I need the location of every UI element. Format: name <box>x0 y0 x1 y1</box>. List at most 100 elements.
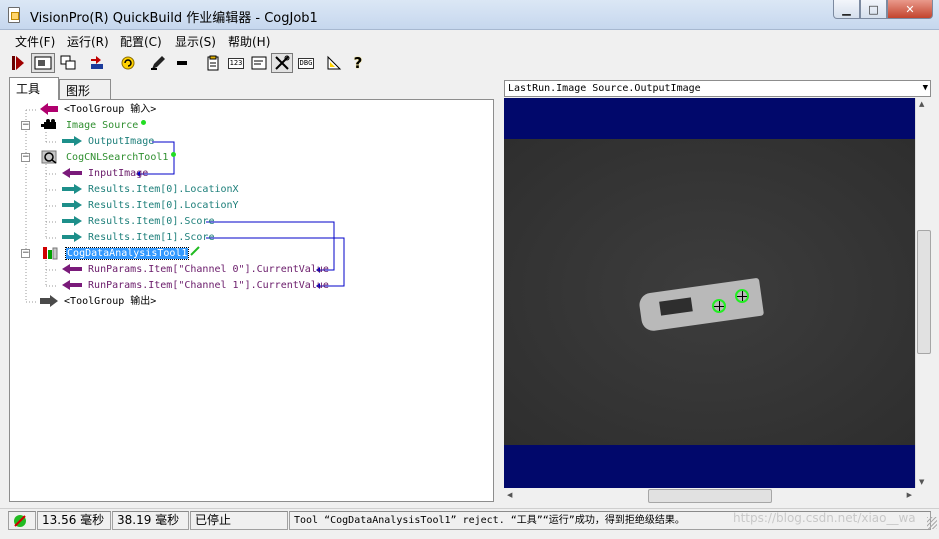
match-marker-icon <box>712 299 726 313</box>
menu-view[interactable]: 显示(S) <box>175 33 216 50</box>
search-tool-icon <box>41 150 57 164</box>
tree-item-channel-1[interactable]: RunParams.Item["Channel 1"].CurrentValue <box>62 278 329 294</box>
camera-icon <box>41 119 56 129</box>
input-arrow-icon <box>62 264 82 274</box>
record-button[interactable] <box>172 53 192 73</box>
tree-item-location-y[interactable]: Results.Item[0].LocationY <box>62 198 239 214</box>
image-source-dropdown[interactable]: LastRun.Image Source.OutputImage ▼ <box>504 80 931 97</box>
data-analysis-icon <box>43 247 58 260</box>
run-icon <box>12 56 24 70</box>
expand-data-analysis[interactable]: − <box>21 249 30 258</box>
horizontal-scroll-thumb[interactable] <box>648 489 772 503</box>
scroll-right-icon[interactable]: ▶ <box>907 491 912 499</box>
close-button[interactable]: ✕ <box>887 0 933 19</box>
tree-item-toolgroup-input[interactable]: <ToolGroup 输入> <box>40 102 156 118</box>
ruler-icon <box>327 55 342 70</box>
maximize-icon: □ <box>868 2 879 16</box>
output-arrow-icon <box>62 184 82 194</box>
output-arrow-icon <box>62 200 82 210</box>
toolbar: 123 DBG ? <box>0 50 939 76</box>
tree-item-input-image[interactable]: InputImage <box>62 166 148 182</box>
tree-item-toolgroup-output[interactable]: <ToolGroup 输出> <box>40 294 156 310</box>
image-display-button[interactable] <box>58 53 78 73</box>
status-ok-icon <box>190 246 201 256</box>
terminal-icon <box>251 56 267 70</box>
output-arrow-icon <box>62 232 82 242</box>
image-display[interactable] <box>504 98 915 488</box>
tree-label: Results.Item[0].Score <box>88 216 215 227</box>
input-arrow-icon <box>62 168 82 178</box>
numeric-display-button[interactable]: 123 <box>225 53 247 73</box>
image-display-icon <box>60 55 76 70</box>
notepad-button[interactable] <box>203 53 223 73</box>
horizontal-scrollbar[interactable]: ◀ ▶ <box>504 488 915 504</box>
scroll-down-icon[interactable]: ▼ <box>919 478 924 486</box>
tree-label: RunParams.Item["Channel 0"].CurrentValue <box>88 264 329 275</box>
chevron-down-icon: ▼ <box>922 83 928 93</box>
match-marker-icon <box>735 289 749 303</box>
pen-icon <box>151 56 165 70</box>
pen-button[interactable] <box>148 53 168 73</box>
menu-bar: 文件(F) 运行(R) 配置(C) 显示(S) 帮助(H) <box>0 31 939 49</box>
tree-item-output-image[interactable]: OutputImage <box>62 134 154 150</box>
window-controls: ▁ □ ✕ <box>833 0 933 20</box>
status-ok-icon <box>171 152 177 157</box>
debug-icon: DBG <box>297 57 315 69</box>
terminal-button[interactable] <box>249 53 269 73</box>
tab-graphics[interactable]: 图形 <box>59 79 111 100</box>
menu-file[interactable]: 文件(F) <box>15 33 55 50</box>
scroll-up-icon[interactable]: ▲ <box>919 100 924 108</box>
tree-item-score-0[interactable]: Results.Item[0].Score <box>62 214 214 230</box>
vertical-scrollbar[interactable]: ▲ ▼ <box>915 98 931 488</box>
tree-label: <ToolGroup 输入> <box>64 104 157 115</box>
tree-label: OutputImage <box>88 136 155 147</box>
clipboard-app-icon <box>8 7 20 23</box>
menu-help[interactable]: 帮助(H) <box>228 33 270 50</box>
status-time-run: 38.19 毫秒 <box>112 511 189 530</box>
part-image <box>637 277 765 333</box>
help-button[interactable]: ? <box>348 53 368 73</box>
input-arrow-icon <box>62 280 82 290</box>
watermark: https://blog.csdn.net/xiao__wa <box>733 511 916 525</box>
tools-icon <box>275 55 290 70</box>
output-arrow-icon <box>62 136 82 146</box>
refresh-icon <box>121 56 135 70</box>
expand-cnl-search[interactable]: − <box>21 153 30 162</box>
tree-label: InputImage <box>88 168 149 179</box>
menu-run[interactable]: 运行(R) <box>67 33 109 50</box>
reset-icon <box>91 56 103 69</box>
run-button[interactable] <box>8 53 28 73</box>
vertical-scroll-thumb[interactable] <box>917 230 931 354</box>
minimize-icon: ▁ <box>842 2 851 16</box>
resize-grip-icon[interactable] <box>927 517 937 529</box>
status-state: 已停止 <box>190 511 288 530</box>
scroll-left-icon[interactable]: ◀ <box>507 491 512 499</box>
refresh-button[interactable] <box>118 53 138 73</box>
camera-image <box>504 139 915 445</box>
image-source-label: LastRun.Image Source.OutputImage <box>508 83 701 94</box>
tree-item-image-source[interactable]: Image Source <box>40 118 147 134</box>
part-hole <box>659 297 693 316</box>
expand-image-source[interactable]: − <box>21 121 30 130</box>
tree-item-channel-0[interactable]: RunParams.Item["Channel 0"].CurrentValue <box>62 262 329 278</box>
tree-label: Image Source <box>66 120 139 131</box>
record-icon <box>177 61 187 65</box>
reset-button[interactable] <box>87 53 107 73</box>
scroll-corner <box>915 488 931 504</box>
tab-graphics-label: 图形 <box>66 84 91 98</box>
tools-button[interactable] <box>271 53 293 73</box>
close-icon: ✕ <box>905 2 915 16</box>
menu-config[interactable]: 配置(C) <box>120 33 162 50</box>
tree-item-data-analysis-tool[interactable]: CogDataAnalysisTool1 <box>40 246 201 262</box>
debug-button[interactable]: DBG <box>295 53 317 73</box>
run-continuous-button[interactable] <box>31 53 55 73</box>
minimize-button[interactable]: ▁ <box>833 0 860 19</box>
tree-item-cnl-search-tool[interactable]: CogCNLSearchTool1 <box>40 150 177 166</box>
tool-tree-panel[interactable]: − − − <ToolGroup 输入> Image Source Output… <box>9 99 494 502</box>
maximize-button[interactable]: □ <box>860 0 887 19</box>
tab-tools[interactable]: 工具 <box>9 77 59 100</box>
tree-label: RunParams.Item["Channel 1"].CurrentValue <box>88 280 329 291</box>
tree-item-location-x[interactable]: Results.Item[0].LocationX <box>62 182 239 198</box>
tree-item-score-1[interactable]: Results.Item[1].Score <box>62 230 214 246</box>
ruler-button[interactable] <box>324 53 344 73</box>
